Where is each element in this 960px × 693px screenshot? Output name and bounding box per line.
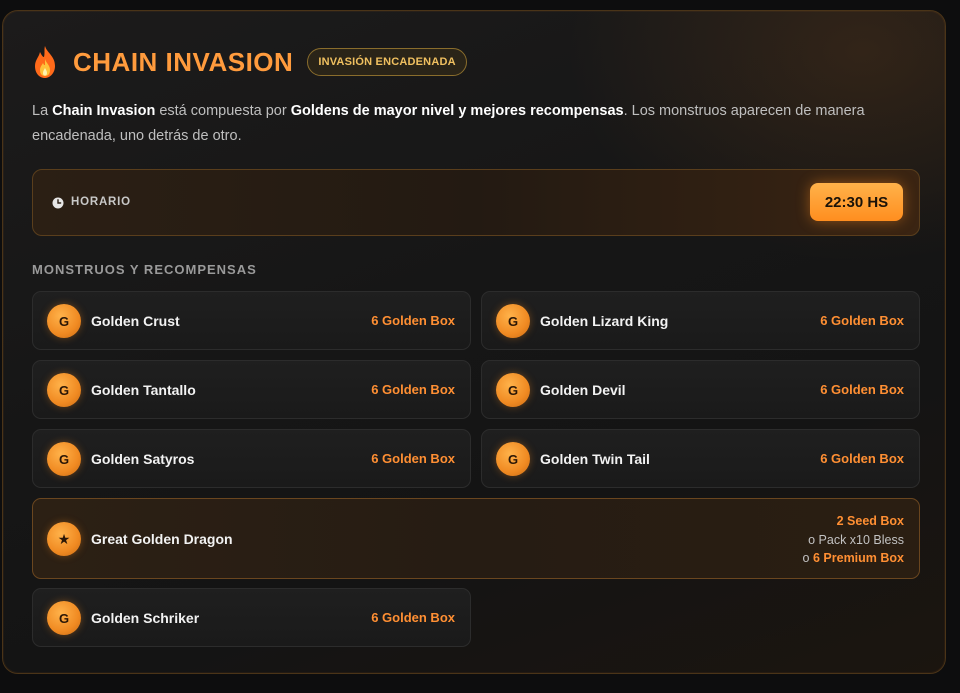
section-title: MONSTRUOS Y RECOMPENSAS — [32, 262, 257, 277]
monster-card: G Golden Schriker 6 Golden Box — [32, 588, 471, 647]
monster-name: Golden Satyros — [91, 451, 195, 467]
event-card: CHAIN INVASION INVASIÓN ENCADENADA La Ch… — [2, 10, 946, 674]
monster-card: G Golden Tantallo 6 Golden Box — [32, 360, 471, 419]
monster-card: G Golden Crust 6 Golden Box — [32, 291, 471, 350]
monster-name: Golden Twin Tail — [540, 451, 650, 467]
schedule-label: HORARIO — [71, 196, 131, 208]
monster-name: Golden Crust — [91, 313, 180, 329]
boss-reward-alt-2: o 6 Premium Box — [802, 551, 904, 565]
boss-reward-primary: 2 Seed Box — [836, 514, 904, 528]
monster-card: G Golden Twin Tail 6 Golden Box — [481, 429, 920, 488]
fire-icon — [35, 46, 55, 78]
monster-reward: 6 Golden Box — [371, 451, 455, 466]
monster-reward: 6 Golden Box — [371, 610, 455, 625]
golden-coin-icon: G — [47, 601, 81, 635]
event-title: CHAIN INVASION — [73, 46, 294, 77]
schedule-panel: HORARIO 22:30 HS — [32, 169, 920, 236]
monster-name: Golden Tantallo — [91, 382, 196, 398]
boss-reward-alt: o Pack x10 Bless — [808, 532, 904, 547]
boss-card: ★ Great Golden Dragon 2 Seed Box o Pack … — [32, 498, 920, 579]
monster-card: G Golden Devil 6 Golden Box — [481, 360, 920, 419]
monster-name: Golden Devil — [540, 382, 626, 398]
monster-card: G Golden Satyros 6 Golden Box — [32, 429, 471, 488]
golden-coin-icon: G — [47, 442, 81, 476]
monster-reward: 6 Golden Box — [371, 313, 455, 328]
event-description: La Chain Invasion está compuesta por Gol… — [32, 103, 865, 144]
boss-name: Great Golden Dragon — [91, 531, 233, 547]
star-icon: ★ — [47, 522, 81, 556]
golden-coin-icon: G — [47, 373, 81, 407]
monster-name: Golden Schriker — [91, 610, 200, 626]
event-header: CHAIN INVASION INVASIÓN ENCADENADA — [31, 45, 467, 79]
monster-card: G Golden Lizard King 6 Golden Box — [481, 291, 920, 350]
boss-rewards: 2 Seed Box o Pack x10 Bless o 6 Premium … — [803, 512, 904, 568]
monster-reward: 6 Golden Box — [371, 382, 455, 397]
monster-reward: 6 Golden Box — [820, 313, 904, 328]
golden-coin-icon: G — [496, 442, 530, 476]
golden-coin-icon: G — [47, 304, 81, 338]
monster-name: Golden Lizard King — [540, 313, 669, 329]
golden-coin-icon: G — [496, 373, 530, 407]
schedule-time-badge: 22:30 HS — [810, 183, 903, 221]
event-type-badge: INVASIÓN ENCADENADA — [307, 48, 467, 76]
clock-icon — [52, 197, 64, 209]
golden-coin-icon: G — [496, 304, 530, 338]
monster-reward: 6 Golden Box — [820, 451, 904, 466]
monster-reward: 6 Golden Box — [820, 382, 904, 397]
